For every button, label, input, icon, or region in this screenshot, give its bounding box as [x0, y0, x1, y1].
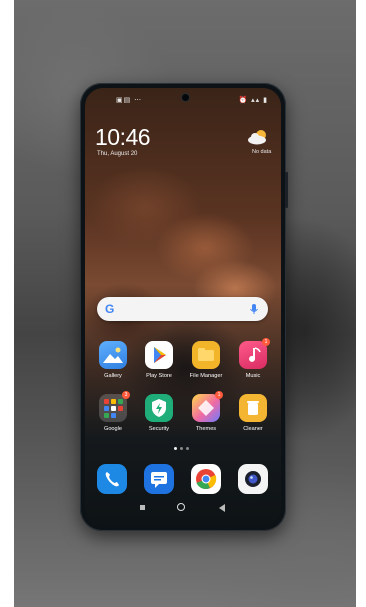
app-play-store[interactable]: Play Store [136, 341, 182, 379]
home-button[interactable] [177, 503, 185, 511]
app-label: Security [148, 426, 170, 432]
status-bar: ▣▤ ⋯ ⏰ ▴▴ ▮ [96, 96, 272, 106]
app-themes[interactable]: 1 Themes [183, 391, 229, 432]
security-shield-icon [145, 394, 173, 422]
google-g-icon: G [105, 302, 115, 316]
app-file-manager[interactable]: File Manager [183, 341, 229, 379]
weather-status: No data [252, 149, 272, 155]
notification-badge: 1 [262, 338, 270, 346]
weather-cloud-icon[interactable] [246, 128, 270, 146]
app-label: Music [245, 373, 261, 379]
recents-button[interactable] [140, 505, 145, 510]
status-right-icons: ⏰ ▴▴ ▮ [238, 97, 268, 104]
camera-icon[interactable] [238, 464, 268, 494]
play-store-icon [145, 341, 173, 369]
google-folder-icon: 3 [99, 391, 130, 422]
themes-icon: 1 [192, 391, 223, 422]
app-gallery[interactable]: Gallery [90, 341, 136, 379]
app-label: Google [103, 426, 123, 432]
app-label: Themes [195, 426, 217, 432]
messages-icon[interactable] [144, 464, 174, 494]
gallery-icon [99, 341, 127, 369]
folder-icon [192, 341, 220, 369]
app-label: Gallery [104, 373, 122, 379]
chrome-icon[interactable] [191, 464, 221, 494]
app-label: Cleaner [243, 426, 263, 432]
mic-icon[interactable] [248, 303, 260, 315]
page-indicator [174, 447, 192, 451]
navigation-bar [120, 502, 246, 514]
power-button [285, 172, 288, 208]
app-music[interactable]: 1 Music [230, 338, 276, 379]
cleaner-trash-icon [239, 394, 267, 422]
app-label: Play Store [146, 373, 172, 379]
back-button[interactable] [219, 504, 225, 512]
music-note-icon: 1 [239, 338, 270, 369]
google-search-bar[interactable]: G [97, 297, 268, 321]
app-cleaner[interactable]: Cleaner [230, 394, 276, 432]
status-left-icons: ▣▤ ⋯ [116, 97, 143, 104]
notification-badge: 1 [215, 391, 223, 399]
notification-badge: 3 [122, 391, 130, 399]
clock-date: Thu, August 20 [97, 151, 138, 157]
app-security[interactable]: Security [136, 394, 182, 432]
app-google-folder[interactable]: 3 Google [90, 391, 136, 432]
clock-time: 10:46 [95, 124, 151, 150]
app-label: File Manager [189, 373, 223, 379]
phone-icon[interactable] [97, 464, 127, 494]
